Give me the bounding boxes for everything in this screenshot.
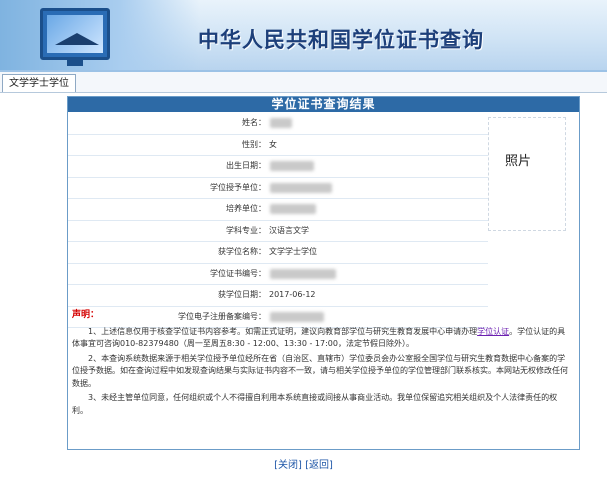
info-row: 培养单位： xyxy=(68,199,488,221)
info-row: 获学位名称： 文学学士学位 xyxy=(68,242,488,264)
tab-degree[interactable]: 文学学士学位 xyxy=(2,74,76,92)
field-label: 学位授予单位： xyxy=(210,182,266,192)
info-row: 获学位日期： 2017-06-12 xyxy=(68,285,488,307)
redacted-value xyxy=(270,182,332,193)
monitor-icon xyxy=(40,8,110,66)
result-panel: 学位证书查询结果 姓名： 性别：女出生日期： 学位授予单位： 培养单位： 学科专业： 汉语… xyxy=(67,96,580,450)
photo-label: 照片 xyxy=(505,154,532,169)
redacted-value xyxy=(270,118,292,128)
field-label: 获学位日期： xyxy=(218,290,266,299)
back-link[interactable]: [返回] xyxy=(305,460,333,471)
field-label: 出生日期： xyxy=(226,161,266,170)
panel-title: 学位证书查询结果 xyxy=(68,97,579,112)
field-value: 女 xyxy=(269,139,277,149)
field-value: 2017-06-12 xyxy=(269,290,316,299)
disclaimer-heading: 声明： xyxy=(72,310,100,320)
tab-bar: 文学学士学位 xyxy=(0,72,607,93)
info-table: 姓名： 性别：女出生日期： 学位授予单位： 培养单位： 学科专业： 汉语言文学 获学位名称：… xyxy=(68,113,488,328)
field-label: 学科专业： xyxy=(226,225,266,235)
graduation-cap-icon xyxy=(55,33,99,45)
disclaimer: 声明： 1、上述信息仅用于核查学位证书内容参考。如需正式证明，建议向教育部学位与… xyxy=(72,309,572,419)
header-banner: 中华人民共和国学位证书查询 xyxy=(0,0,607,72)
degree-certification-link[interactable]: 学位认证 xyxy=(477,327,509,336)
disclaimer-item-1: 1、上述信息仅用于核查学位证书内容参考。如需正式证明，建议向教育部学位与研究生教… xyxy=(72,326,566,349)
field-value: 汉语言文学 xyxy=(269,225,309,235)
info-row: 学位授予单位： xyxy=(68,178,488,199)
photo-box: 照片 xyxy=(488,117,566,231)
field-label: 性别： xyxy=(242,139,266,149)
info-row: 性别：女 xyxy=(68,135,488,156)
bottom-links: [关闭] [返回] xyxy=(0,456,607,471)
info-row: 姓名： xyxy=(68,113,488,135)
field-value: 文学学士学位 xyxy=(269,247,317,256)
field-label: 获学位名称： xyxy=(218,247,266,256)
close-link[interactable]: [关闭] xyxy=(274,460,302,471)
field-label: 学位证书编号： xyxy=(210,268,266,278)
redacted-value xyxy=(270,204,316,214)
redacted-value xyxy=(270,268,336,279)
info-row: 学科专业： 汉语言文学 xyxy=(68,221,488,242)
info-row: 学位证书编号： xyxy=(68,264,488,285)
disclaimer-item-2: 2、本查询系统数据来源于相关学位授予单位经所在省（自治区、直辖市）学位委员会办公… xyxy=(72,353,568,388)
field-label: 培养单位： xyxy=(226,204,266,213)
site-title: 中华人民共和国学位证书查询 xyxy=(198,27,484,52)
info-row: 出生日期： xyxy=(68,156,488,178)
field-label: 姓名： xyxy=(242,118,266,127)
redacted-value xyxy=(270,161,314,171)
disclaimer-item-3: 3、未经主管单位同意，任何组织或个人不得擅自利用本系统直接或间接从事商业活动。我… xyxy=(72,393,558,415)
